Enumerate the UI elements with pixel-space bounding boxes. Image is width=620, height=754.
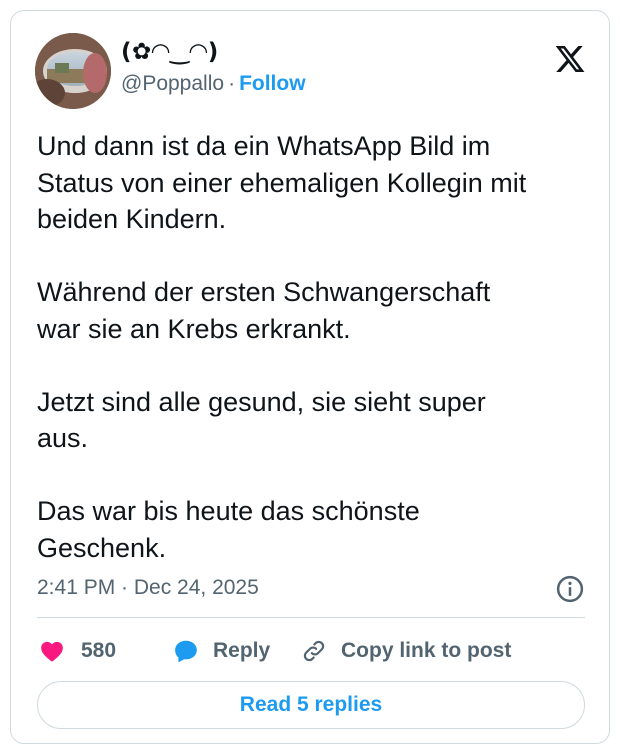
copy-link-button[interactable]: Copy link to post (301, 633, 511, 669)
handle[interactable]: @Poppallo (121, 72, 224, 95)
reply-button[interactable]: Reply (173, 633, 270, 669)
heart-icon (41, 641, 63, 662)
tweet-text: Und dann ist da ein WhatsApp Bild im Sta… (37, 131, 527, 563)
display-name[interactable]: (✿◠‿◠) (121, 37, 306, 67)
handle-row: @Poppallo · Follow (121, 69, 306, 99)
x-logo-icon[interactable] (553, 43, 587, 75)
reply-bubble-icon (175, 640, 197, 663)
avatar[interactable] (35, 33, 111, 109)
follow-button[interactable]: Follow (239, 72, 306, 95)
separator-dot: · (228, 72, 236, 95)
action-bar: 580 Reply Copy link to post (37, 633, 585, 669)
timestamp[interactable]: 2:41 PM · Dec 24, 2025 (37, 576, 259, 600)
tweet-card: (✿◠‿◠) @Poppallo · Follow Und dann ist da … (10, 10, 610, 744)
read-replies-button[interactable]: Read 5 replies (37, 681, 585, 729)
avatar-image (35, 33, 111, 109)
divider (37, 617, 585, 618)
info-icon[interactable] (555, 574, 585, 604)
like-count: 580 (81, 639, 117, 662)
reply-label: Reply (213, 639, 271, 662)
author-block: (✿◠‿◠) @Poppallo · Follow (121, 37, 306, 99)
like-button[interactable]: 580 (39, 633, 116, 669)
copy-link-label: Copy link to post (341, 639, 512, 662)
tweet-header: (✿◠‿◠) @Poppallo · Follow (35, 33, 587, 113)
link-icon (303, 640, 325, 662)
